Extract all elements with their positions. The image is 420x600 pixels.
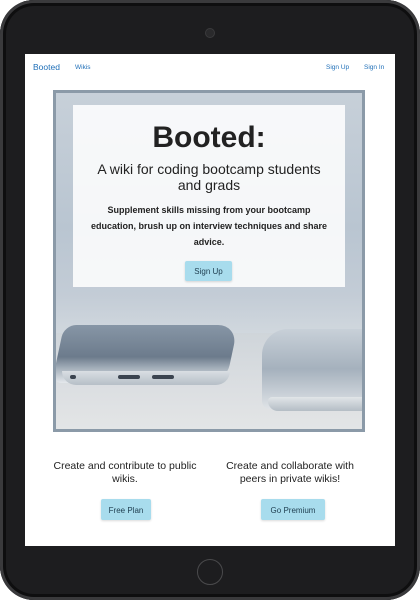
hero-banner: Booted: A wiki for coding bootcamp stude… [53, 90, 365, 432]
navbar: Booted Wikis Sign Up Sign In [25, 54, 395, 82]
hero-title: Booted: [152, 121, 266, 154]
free-plan-button[interactable]: Free Plan [101, 499, 151, 520]
hero-subtitle: A wiki for coding bootcamp students and … [97, 161, 321, 193]
camera-icon [206, 29, 214, 37]
smartphone-jack [70, 375, 76, 379]
hero-sign-up-button[interactable]: Sign Up [185, 261, 232, 281]
laptop-base-image [268, 397, 362, 411]
feature-public-text: Create and contribute to public wikis. [53, 460, 197, 485]
hero-description: Supplement skills missing from your boot… [90, 205, 328, 247]
smartphone-speaker [152, 375, 174, 379]
nav-link-sign-up[interactable]: Sign Up [326, 64, 349, 71]
go-premium-button[interactable]: Go Premium [261, 499, 325, 520]
smartphone-edge-image [62, 371, 230, 385]
screen: Booted Wikis Sign Up Sign In Booted: A w… [25, 54, 395, 546]
home-button[interactable] [197, 559, 223, 585]
nav-link-sign-in[interactable]: Sign In [364, 64, 384, 71]
tablet-frame: Booted Wikis Sign Up Sign In Booted: A w… [0, 0, 420, 600]
feature-private-text: Create and collaborate with peers in pri… [226, 460, 354, 485]
nav-link-wikis[interactable]: Wikis [75, 64, 91, 71]
brand-link[interactable]: Booted [33, 62, 60, 72]
smartphone-port [118, 375, 140, 379]
hero-card: Booted: A wiki for coding bootcamp stude… [73, 105, 345, 287]
